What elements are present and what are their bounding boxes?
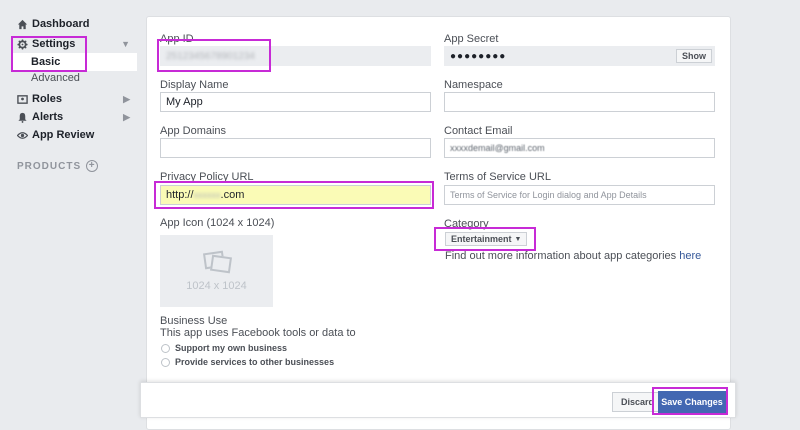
app-icon-label: App Icon (1024 x 1024) — [160, 217, 275, 229]
category-help-link[interactable]: here — [679, 250, 701, 262]
users-icon — [16, 93, 28, 105]
tos-label: Terms of Service URL — [444, 171, 551, 183]
app-secret-value: ●●●●●●●● — [450, 50, 507, 62]
caret-down-icon: ▼ — [514, 235, 522, 243]
namespace-label: Namespace — [444, 79, 503, 91]
add-product-icon[interactable]: + — [86, 160, 99, 172]
business-use-desc: This app uses Facebook tools or data to — [160, 327, 356, 339]
gear-icon — [16, 38, 28, 50]
sidebar-subitem-basic[interactable]: Basic — [11, 53, 137, 71]
namespace-field[interactable] — [444, 92, 715, 112]
privacy-policy-field[interactable]: http://xxxxxx .com — [160, 185, 431, 205]
app-id-label: App ID — [160, 33, 194, 45]
display-name-value: My App — [166, 96, 203, 108]
display-name-field[interactable]: My App — [160, 92, 431, 112]
sidebar-item-label: Roles — [32, 93, 62, 105]
chevron-right-icon: ▶ — [123, 93, 130, 104]
app-icon-size: 1024 x 1024 — [186, 280, 247, 292]
app-id-field: 2512345678901234 — [160, 46, 431, 66]
sidebar-item-settings[interactable]: Settings ▼ — [16, 35, 136, 53]
business-use-label: Business Use — [160, 315, 228, 327]
products-section: PRODUCTS + — [17, 160, 99, 172]
save-changes-button[interactable]: Save Changes — [658, 391, 726, 413]
sidebar-item-label: Alerts — [32, 111, 64, 123]
app-domains-field[interactable] — [160, 138, 431, 158]
category-help: Find out more information about app cate… — [445, 250, 701, 262]
app-domains-label: App Domains — [160, 125, 227, 137]
products-label: PRODUCTS — [17, 160, 82, 172]
chevron-down-icon: ▼ — [121, 39, 130, 49]
sidebar-item-label: Settings — [32, 38, 76, 50]
sidebar-item-label: App Review — [32, 129, 95, 141]
radio-other-businesses[interactable]: Provide services to other businesses — [161, 357, 334, 367]
radio-own-business[interactable]: Support my own business — [161, 343, 287, 353]
category-help-text: Find out more information about app cate… — [445, 250, 677, 262]
discard-button[interactable]: Discard — [612, 392, 664, 412]
sidebar-item-dashboard[interactable]: Dashboard — [16, 15, 136, 33]
chevron-right-icon: ▶ — [123, 111, 130, 122]
show-secret-button[interactable]: Show — [676, 49, 712, 63]
app-secret-field: ●●●●●●●● Show — [444, 46, 715, 66]
privacy-domain: xxxxxx — [193, 190, 221, 200]
photos-icon — [200, 250, 234, 274]
sidebar-item-app-review[interactable]: App Review — [16, 126, 136, 144]
action-bar: Discard Save Changes — [140, 382, 736, 418]
category-dropdown[interactable]: Entertainment ▼ — [445, 232, 528, 246]
app-id-value: 2512345678901234 — [166, 50, 255, 62]
privacy-policy-label: Privacy Policy URL — [160, 171, 254, 183]
category-label: Category — [444, 218, 489, 230]
radio-circle[interactable] — [161, 357, 170, 367]
tos-field[interactable]: Terms of Service for Login dialog and Ap… — [444, 185, 715, 205]
sidebar-item-alerts[interactable]: Alerts ▶ — [16, 108, 136, 126]
category-value: Entertainment — [451, 234, 512, 244]
home-icon — [16, 18, 28, 30]
app-icon-upload[interactable]: 1024 x 1024 — [160, 235, 273, 307]
sidebar-subitem-advanced[interactable]: Advanced — [31, 72, 80, 84]
privacy-suffix: .com — [220, 189, 245, 201]
tos-placeholder: Terms of Service for Login dialog and Ap… — [450, 190, 647, 200]
eye-icon — [16, 129, 28, 141]
privacy-prefix: http:// — [166, 189, 194, 201]
app-secret-label: App Secret — [444, 33, 499, 45]
contact-email-label: Contact Email — [444, 125, 513, 137]
radio-circle[interactable] — [161, 343, 170, 353]
contact-email-field[interactable]: xxxxdemail@gmail.com — [444, 138, 715, 158]
radio-label: Provide services to other businesses — [175, 357, 335, 367]
sidebar: Dashboard Settings ▼ Basic Advanced Role… — [0, 0, 140, 430]
bell-icon — [16, 111, 28, 123]
radio-label: Support my own business — [175, 343, 288, 353]
contact-email-value: xxxxdemail@gmail.com — [450, 143, 545, 153]
sidebar-item-roles[interactable]: Roles ▶ — [16, 90, 136, 108]
sidebar-item-label: Dashboard — [32, 18, 90, 30]
display-name-label: Display Name — [160, 79, 229, 91]
